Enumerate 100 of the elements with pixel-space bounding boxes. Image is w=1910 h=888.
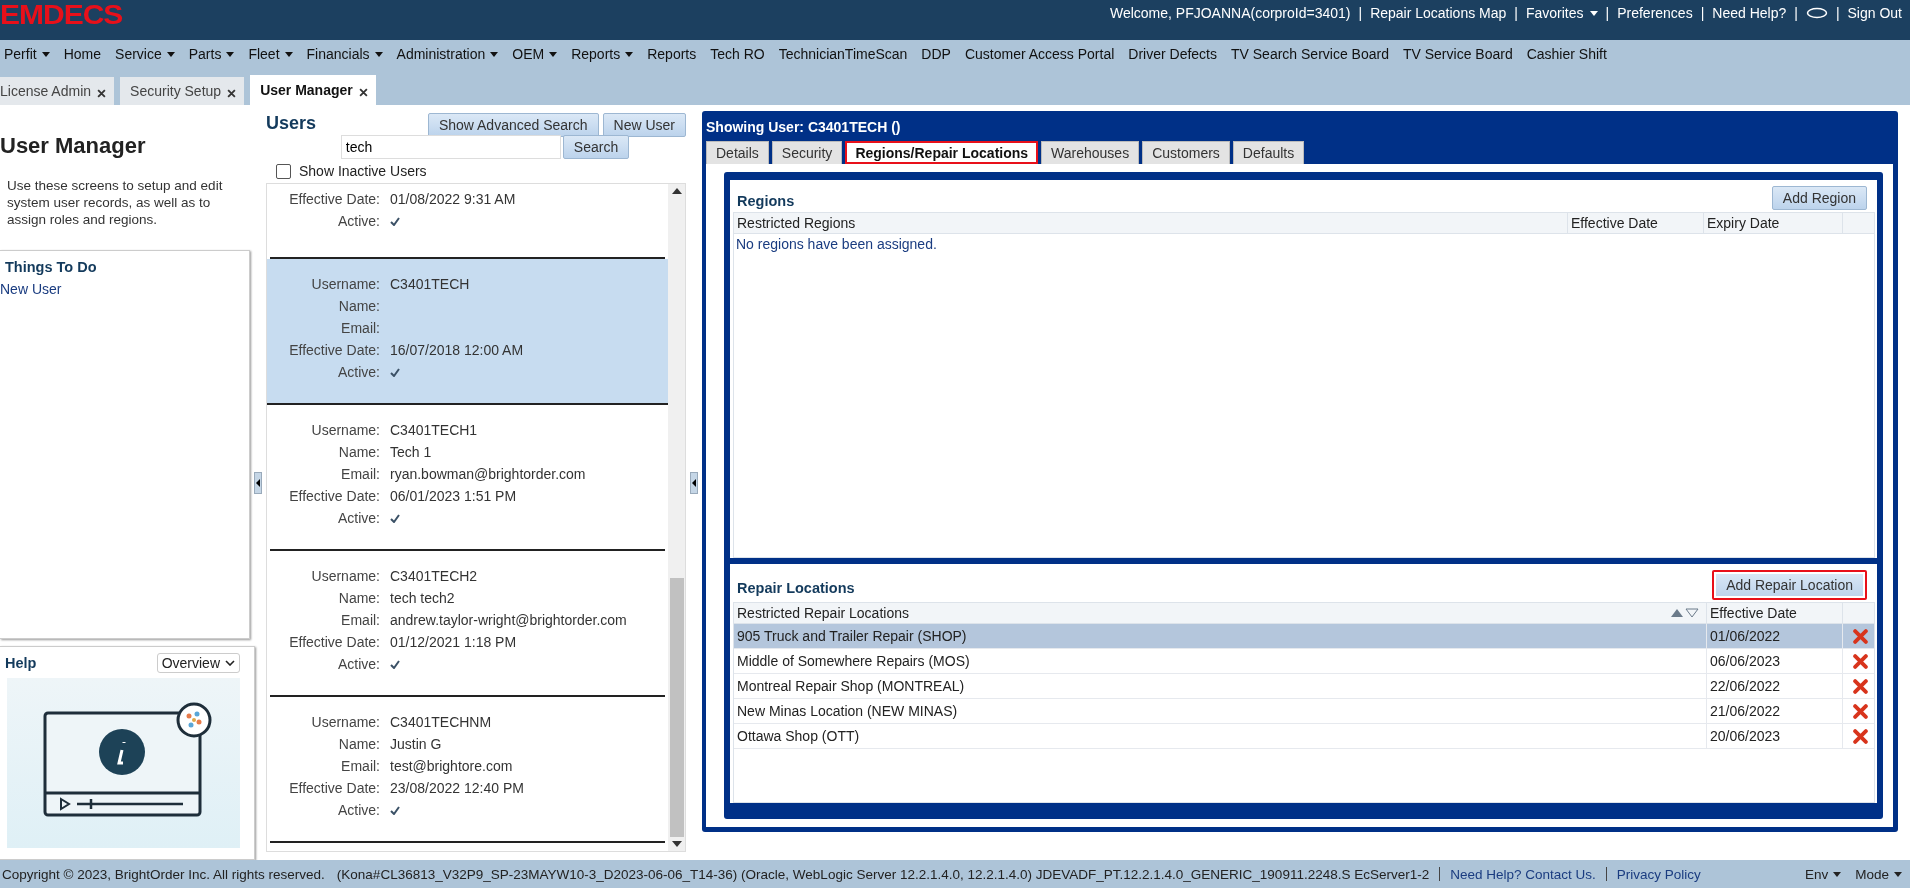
tab[interactable]: Customers [1142,141,1230,164]
field-value: C3401TECHNM [390,714,492,730]
footer-menu[interactable]: Env [1804,866,1842,882]
header-link[interactable]: Need Help? [1712,5,1787,21]
field-label: Username: [310,568,380,584]
field-label: Effective Date: [288,342,380,358]
menu-item[interactable]: Customer Access Portal [964,46,1115,62]
column-header: Restricted Regions [734,213,1568,233]
delete-icon[interactable] [1852,678,1868,694]
field-label: Active: [337,510,380,526]
caret-icon [166,51,175,57]
field-label: Name: [337,444,380,460]
field-value: 16/07/2018 12:00 AM [390,342,524,358]
footer-link[interactable]: Need Help? Contact Us. [1450,866,1596,882]
caret-icon [41,51,50,57]
checkbox[interactable] [276,163,291,179]
user-card[interactable]: Username: C3401TECH Name: Email: Effective Date: 16/07/2018 12:00 AM Active: [267,259,668,405]
add-button[interactable]: Add Region [1771,186,1867,210]
header-link[interactable]: Preferences [1617,5,1693,21]
search-button[interactable]: Search [562,135,630,159]
field-label: Name: [337,590,380,606]
menu-item[interactable]: Tech RO [710,46,765,62]
menu-item[interactable]: Financials [306,46,383,62]
scrollbar-thumb[interactable] [669,578,684,837]
menu-item[interactable]: Cashier Shift [1526,46,1607,62]
page-title: User Manager [0,132,147,159]
caret-icon [1589,10,1598,16]
footer-menu[interactable]: Mode [1855,866,1902,882]
menu-item[interactable]: Driver Defects [1128,46,1217,62]
delete-icon[interactable] [1852,628,1868,644]
task-link[interactable]: New User [0,275,249,297]
delete-icon[interactable] [1852,703,1868,719]
table-cell: 21/06/2022 [1707,699,1843,723]
table-row[interactable]: New Minas Location (NEW MINAS) 21/06/2022 [734,699,1874,724]
menu-item[interactable]: Reports [647,46,697,62]
field-label: Username: [310,714,380,730]
tab[interactable]: User Manager [250,75,376,105]
header-link[interactable]: Repair Locations Map [1370,5,1507,21]
column-header: Expiry Date [1704,213,1843,233]
field-value: 01/12/2021 1:18 PM [390,634,517,650]
field-label: Name: [337,736,380,752]
section-title: Users [266,113,317,134]
user-card[interactable]: Username: C3401TECH2 Name: tech tech2 Email: andrew.taylor-wright@brightorder.com Effective Date: 01/12/2021 1:18 PM Active: [270,551,665,697]
tab[interactable]: Security [771,141,843,164]
menu-item[interactable]: OEM [512,46,558,62]
field-value: ryan.bowman@brightorder.com [390,466,586,482]
table-cell: 01/06/2022 [1707,624,1843,648]
search-field[interactable]: tech [340,135,561,159]
menu-item[interactable]: Fleet [248,46,293,62]
tab[interactable]: Details [706,141,769,164]
menu-item[interactable]: Perfit [4,46,50,62]
caret-icon [226,51,235,57]
field-label: Email: [340,320,380,336]
table-row[interactable]: 905 Truck and Trailer Repair (SHOP) 01/06/2022 [734,624,1874,649]
help-topic-select[interactable]: Overview [156,652,240,673]
delete-icon[interactable] [1852,653,1868,669]
section-title: Repair Locations [737,579,855,596]
caret-icon [625,51,634,57]
field-label: Active: [337,213,380,229]
footer-link[interactable]: Privacy Policy [1616,866,1701,882]
tab[interactable]: Security Setup [120,77,245,105]
add-button[interactable]: Add Repair Location [1712,570,1867,600]
field-value: test@brightore.com [390,758,513,774]
tab[interactable]: Warehouses [1041,141,1140,164]
field-label: Username: [310,422,380,438]
toolbar-button[interactable]: New User [602,113,686,137]
user-card[interactable]: Username: C3401TECH1 Name: Tech 1 Email: ryan.bowman@brightorder.com Effective Date: 06/01/2023 1:51 PM Active: [270,405,665,551]
detail-title: Showing User: C3401TECH () [706,118,902,137]
field-label: Active: [337,364,380,380]
close-icon [227,88,237,98]
tab[interactable]: License Admin [0,77,115,105]
header-link[interactable]: Sign Out [1847,5,1902,21]
menu-item[interactable]: TV Service Board [1402,46,1513,62]
menu-item[interactable]: Home [63,46,102,62]
delete-icon[interactable] [1852,728,1868,744]
field-value: Justin G [390,736,442,752]
menu-item[interactable]: DDP [921,46,951,62]
table-cell: 06/06/2023 [1707,649,1843,673]
menu-item[interactable]: Parts [188,46,235,62]
user-card[interactable]: Username: C3401TECHNM Name: Justin G Email: test@brightore.com Effective Date: 23/08/2022 12:40 PM Active: [270,697,665,843]
column-header: Effective Date [1707,603,1843,623]
field-value: C3401TECH1 [390,422,478,438]
separator: | [1605,5,1610,21]
menu-item[interactable]: Administration [396,46,499,62]
menu-item[interactable]: Service [115,46,175,62]
menu-item[interactable]: Reports [571,46,634,62]
tab[interactable]: Defaults [1232,141,1305,164]
separator: | [1358,5,1363,21]
tab[interactable]: Regions/Repair Locations [845,141,1039,164]
menu-item[interactable]: TechnicianTimeScan [778,46,908,62]
menu-item[interactable]: TV Search Service Board [1231,46,1389,62]
chat-icon [1805,7,1828,19]
table-row[interactable]: Middle of Somewhere Repairs (MOS) 06/06/2023 [734,649,1874,674]
column-header: Effective Date [1568,213,1704,233]
toolbar-button[interactable]: Show Advanced Search [427,113,599,137]
table-row[interactable]: Ottawa Shop (OTT) 20/06/2023 [734,724,1874,749]
separator [1605,867,1607,881]
favorites-menu[interactable]: Favorites [1525,5,1598,21]
table-row[interactable]: Montreal Repair Shop (MONTREAL) 22/06/2022 [734,674,1874,699]
scrollbar[interactable] [668,184,685,851]
